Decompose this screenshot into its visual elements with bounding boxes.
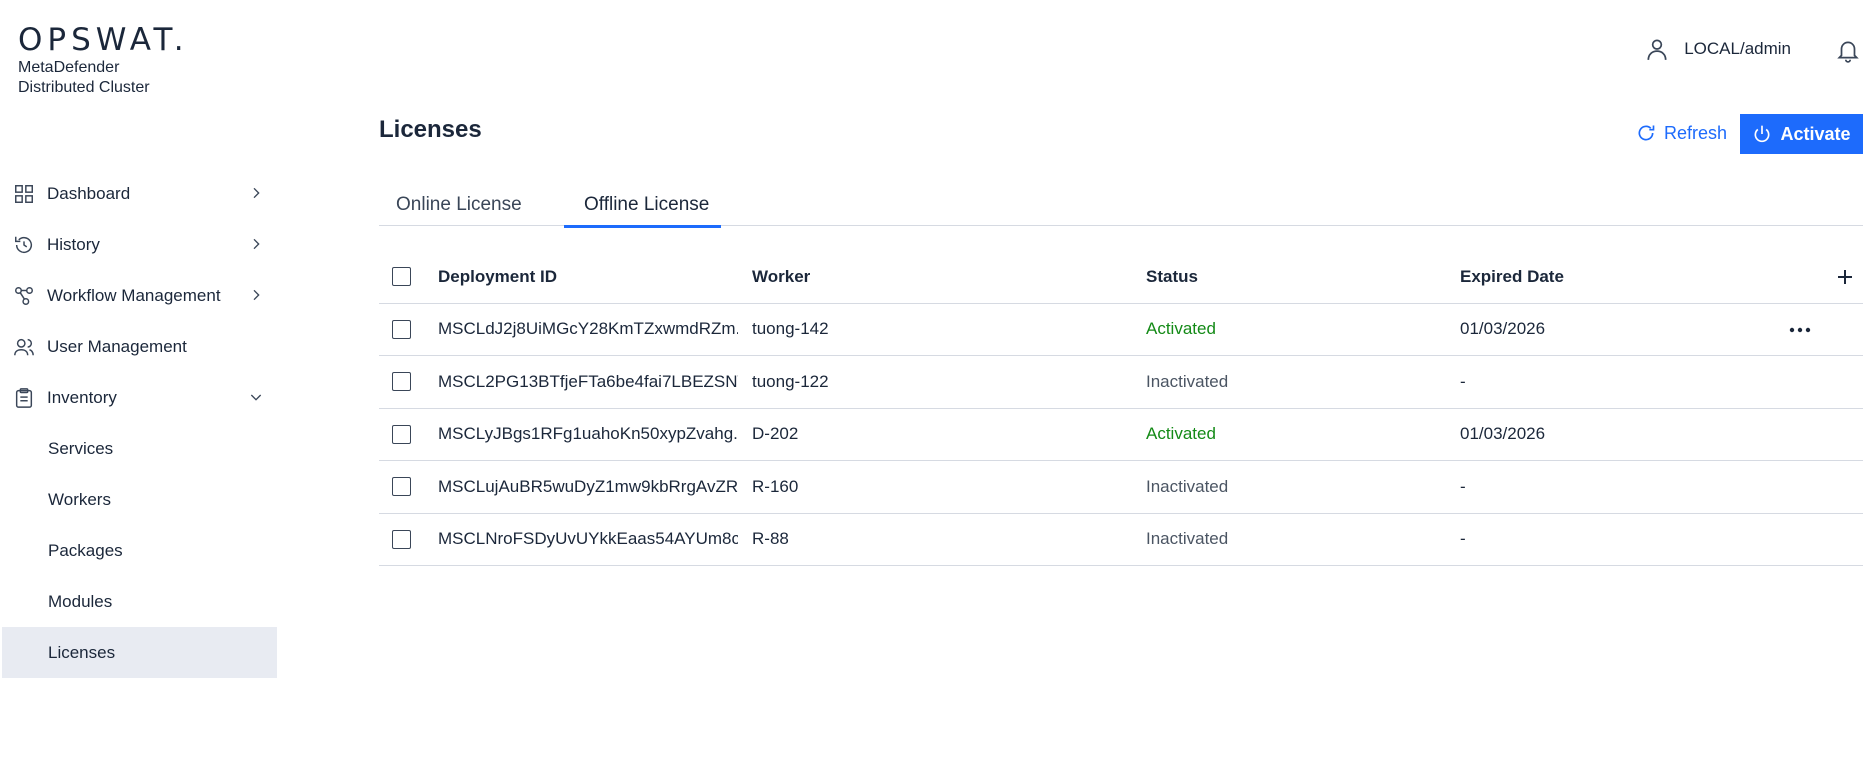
sidebar-item-label: History <box>47 234 100 254</box>
history-icon <box>12 233 36 257</box>
tab-offline-license[interactable]: Offline License <box>563 194 722 228</box>
chevron-down-icon[interactable] <box>244 385 268 409</box>
row-checkbox[interactable] <box>392 372 411 392</box>
status-cell: Activated <box>1146 424 1216 444</box>
tab-online-license[interactable]: Online License <box>396 194 522 226</box>
sidebar-item-label: User Management <box>47 336 187 356</box>
expired-date-cell: 01/03/2026 <box>1460 319 1546 339</box>
bell-icon[interactable] <box>1835 37 1861 63</box>
deployment-id-cell: MSCLyJBgs1RFg1uahoKn50xypZvahg... <box>438 424 738 444</box>
chevron-right-icon[interactable] <box>244 181 268 205</box>
add-column-button[interactable] <box>1833 265 1857 289</box>
table-row[interactable]: MSCLdJ2j8UiMGcY28KmTZxwmdRZm... tuong-14… <box>379 304 1863 356</box>
clipboard-icon <box>12 386 36 410</box>
sidebar-nav: Dashboard History Workflow Management Us… <box>0 168 280 678</box>
sidebar-item-label: Inventory <box>47 387 117 407</box>
refresh-icon <box>1638 125 1655 141</box>
refresh-label: Refresh <box>1664 122 1728 143</box>
row-actions-button[interactable] <box>1782 318 1818 342</box>
column-header-status[interactable]: Status <box>1146 267 1198 287</box>
sidebar: OPSWAT. MetaDefender Distributed Cluster… <box>0 0 280 757</box>
row-checkbox[interactable] <box>392 529 411 549</box>
activate-label: Activate <box>1780 123 1851 144</box>
status-cell: Inactivated <box>1146 476 1229 496</box>
sidebar-item-history[interactable]: History <box>0 219 280 270</box>
row-checkbox[interactable] <box>392 477 411 497</box>
worker-cell: R-160 <box>752 476 799 496</box>
deployment-id-cell: MSCLujAuBR5wuDyZ1mw9kbRrgAvZR... <box>438 476 738 496</box>
column-header-expired-date[interactable]: Expired Date <box>1460 267 1564 287</box>
opswat-logo[interactable]: OPSWAT. <box>18 24 189 56</box>
sidebar-subitem-packages[interactable]: Packages <box>0 525 280 576</box>
worker-cell: R-88 <box>752 529 789 549</box>
users-icon <box>12 335 36 359</box>
select-all-checkbox[interactable] <box>392 267 411 287</box>
license-tabs: Online License Offline License <box>379 188 1863 228</box>
sidebar-item-user-management[interactable]: User Management <box>0 321 280 372</box>
sidebar-subitem-licenses[interactable]: Licenses <box>2 627 277 678</box>
sidebar-subitem-services[interactable]: Services <box>0 423 280 474</box>
table-header-row: Deployment ID Worker Status Expired Date <box>379 251 1863 304</box>
more-horizontal-icon <box>1789 327 1811 332</box>
status-cell: Activated <box>1146 319 1216 339</box>
sidebar-item-inventory[interactable]: Inventory <box>0 372 280 423</box>
refresh-button[interactable]: Refresh <box>1636 114 1727 152</box>
plus-icon <box>1838 270 1852 284</box>
page-title: Licenses <box>379 116 482 143</box>
power-icon <box>1754 125 1770 143</box>
chevron-right-icon[interactable] <box>244 232 268 256</box>
user-icon <box>1647 39 1667 60</box>
row-checkbox[interactable] <box>392 319 411 339</box>
status-cell: Inactivated <box>1146 371 1229 391</box>
deployment-id-cell: MSCLNroFSDyUvUYkkEaas54AYUm8c... <box>438 529 738 549</box>
sidebar-item-workflow-management[interactable]: Workflow Management <box>0 270 280 321</box>
sidebar-item-label: Workflow Management <box>47 285 221 305</box>
sidebar-subitem-modules[interactable]: Modules <box>0 576 280 627</box>
chevron-right-icon[interactable] <box>244 283 268 307</box>
row-checkbox[interactable] <box>392 424 411 444</box>
sidebar-item-label: Dashboard <box>47 183 131 203</box>
worker-cell: D-202 <box>752 424 799 444</box>
column-header-deployment-id[interactable]: Deployment ID <box>438 267 738 287</box>
table-row[interactable]: MSCLyJBgs1RFg1uahoKn50xypZvahg... D-202 … <box>379 409 1863 461</box>
column-header-worker[interactable]: Worker <box>752 267 810 287</box>
sidebar-item-dashboard[interactable]: Dashboard <box>0 168 280 219</box>
table-row[interactable]: MSCLujAuBR5wuDyZ1mw9kbRrgAvZR... R-160 I… <box>379 461 1863 514</box>
expired-date-cell: - <box>1460 529 1466 549</box>
workflow-icon <box>12 284 36 308</box>
table-row[interactable]: MSCLNroFSDyUvUYkkEaas54AYUm8c... R-88 In… <box>379 514 1863 566</box>
expired-date-cell: - <box>1460 476 1466 496</box>
deployment-id-cell: MSCLdJ2j8UiMGcY28KmTZxwmdRZm... <box>438 319 738 339</box>
brand: OPSWAT. MetaDefender Distributed Cluster <box>18 24 189 98</box>
deployment-id-cell: MSCL2PG13BTfjeFTa6be4fai7LBEZSNW... <box>438 371 738 391</box>
sidebar-subitem-workers[interactable]: Workers <box>0 474 280 525</box>
expired-date-cell: - <box>1460 371 1466 391</box>
status-cell: Inactivated <box>1146 529 1229 549</box>
worker-cell: tuong-122 <box>752 371 829 391</box>
product-name-line2: Distributed Cluster <box>18 79 150 96</box>
expired-date-cell: 01/03/2026 <box>1460 424 1546 444</box>
table-row[interactable]: MSCL2PG13BTfjeFTa6be4fai7LBEZSNW... tuon… <box>379 356 1863 409</box>
worker-cell: tuong-142 <box>752 319 829 339</box>
user-menu[interactable]: LOCAL/admin <box>1644 36 1791 62</box>
grid-icon <box>12 182 36 206</box>
user-name: LOCAL/admin <box>1684 39 1791 58</box>
licenses-table: Deployment ID Worker Status Expired Date… <box>379 251 1863 566</box>
activate-button[interactable]: Activate <box>1740 114 1863 154</box>
product-name-line1: MetaDefender <box>18 59 120 76</box>
